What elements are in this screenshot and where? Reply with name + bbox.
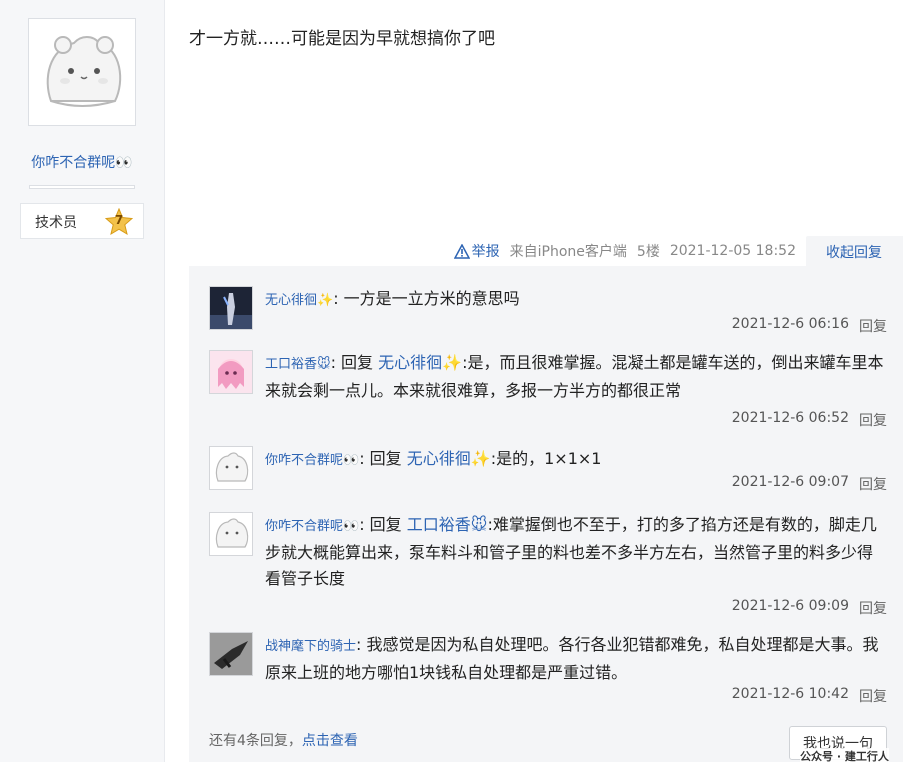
reply-time: 2021-12-6 09:07 (731, 474, 849, 490)
reply-text: :是的，1×1×1 (490, 449, 602, 468)
avatar[interactable] (209, 350, 253, 394)
reply-time: 2021-12-6 10:42 (731, 686, 849, 702)
reply-content: 战神麾下的骑士: 我感觉是因为私自处理吧。各行各业犯错都难免，私自处理都是大事。… (265, 632, 887, 686)
reply-colon: : (330, 353, 336, 372)
reply-meta: 2021-12-6 06:16 回复 (732, 316, 887, 336)
reply-time: 2021-12-6 06:52 (731, 410, 849, 426)
author-level-badge[interactable]: 技术员 7 (20, 203, 144, 239)
post-content: 才一方就……可能是因为早就想搞你了吧 (189, 29, 495, 49)
list-item: 战神麾下的骑士: 我感觉是因为私自处理吧。各行各业犯错都难免，私自处理都是大事。… (209, 632, 887, 712)
warning-icon (453, 243, 470, 259)
reply-prefix: 回复 (341, 353, 374, 372)
reply-target-user[interactable]: 无心徘徊✨ (407, 449, 491, 468)
reply-time: 2021-12-6 06:16 (731, 316, 849, 332)
list-item: 你咋不合群呢👀: 回复 工口裕香🐭:难掌握倒也不至于，打的多了掐方还是有数的，脚… (209, 512, 887, 622)
post-time: 2021-12-05 18:52 (669, 243, 796, 259)
reply-colon: : (333, 289, 339, 308)
reply-meta: 2021-12-6 09:09 回复 (732, 598, 887, 618)
reply-content: 无心徘徊✨: 一方是一立方米的意思吗 (265, 286, 887, 314)
post-meta: 举报 来自iPhone客户端 5楼 2021-12-05 18:52 (453, 241, 796, 261)
author-avatar[interactable] (28, 18, 136, 126)
collapse-tab: 收起回复 (806, 236, 903, 266)
report-label: 举报 (471, 244, 500, 260)
reply-content: 工口裕香🐭: 回复 无心徘徊✨:是，而且很难掌握。混凝土都是罐车送的，倒出来罐车… (265, 350, 887, 404)
author-name[interactable]: 你咋不合群呢👀 (0, 152, 164, 172)
reply-meta: 2021-12-6 09:07 回复 (732, 474, 887, 494)
reply-username[interactable]: 战神麾下的骑士 (265, 639, 356, 654)
view-more-link[interactable]: 点击查看 (302, 733, 358, 749)
reply-prefix: 回复 (369, 515, 402, 534)
reply-username[interactable]: 无心徘徊✨ (265, 293, 333, 308)
reply-button[interactable]: 回复 (859, 474, 887, 494)
reply-list: 无心徘徊✨: 一方是一立方米的意思吗 2021-12-6 06:16 回复 工口… (189, 266, 903, 762)
author-rank-label: 技术员 (35, 215, 77, 231)
author-exp-bar (29, 185, 135, 189)
author-sidebar: 你咋不合群呢👀 技术员 7 (0, 0, 165, 762)
reply-time: 2021-12-6 09:09 (731, 598, 849, 614)
reply-content: 你咋不合群呢👀: 回复 工口裕香🐭:难掌握倒也不至于，打的多了掐方还是有数的，脚… (265, 512, 887, 592)
reply-username[interactable]: 你咋不合群呢👀 (265, 519, 359, 534)
reply-text: 一方是一立方米的意思吗 (343, 289, 520, 308)
reply-meta: 2021-12-6 10:42 回复 (732, 686, 887, 706)
reply-username[interactable]: 你咋不合群呢👀 (265, 453, 359, 468)
avatar[interactable] (209, 512, 253, 556)
reply-button[interactable]: 回复 (859, 686, 887, 706)
reply-content: 你咋不合群呢👀: 回复 无心徘徊✨:是的，1×1×1 (265, 446, 887, 474)
reply-button[interactable]: 回复 (859, 598, 887, 618)
reply-meta: 2021-12-6 06:52 回复 (732, 410, 887, 430)
reply-colon: : (359, 449, 365, 468)
reply-button[interactable]: 回复 (859, 316, 887, 336)
more-replies-count: 还有4条回复， (209, 733, 302, 749)
list-item: 工口裕香🐭: 回复 无心徘徊✨:是，而且很难掌握。混凝土都是罐车送的，倒出来罐车… (209, 350, 887, 430)
reply-colon: : (359, 515, 365, 534)
list-item: 无心徘徊✨: 一方是一立方米的意思吗 2021-12-6 06:16 回复 (209, 286, 887, 346)
post-source: 来自iPhone客户端 (509, 244, 627, 260)
reply-target-user[interactable]: 无心徘徊✨ (378, 353, 462, 372)
avatar[interactable] (209, 446, 253, 490)
reply-target-user[interactable]: 工口裕香🐭 (407, 515, 488, 534)
more-replies: 还有4条回复，点击查看 (209, 730, 358, 750)
reply-colon: : (356, 635, 362, 654)
reply-prefix: 回复 (369, 449, 402, 468)
list-item: 你咋不合群呢👀: 回复 无心徘徊✨:是的，1×1×1 2021-12-6 09:… (209, 446, 887, 506)
avatar[interactable] (209, 286, 253, 330)
post-floor: 5楼 (636, 244, 660, 260)
author-level-number: 7 (114, 213, 124, 227)
reply-button[interactable]: 回复 (859, 410, 887, 430)
avatar[interactable] (209, 632, 253, 676)
report-link[interactable]: 举报 (453, 241, 500, 261)
collapse-replies-link[interactable]: 收起回复 (826, 242, 882, 262)
reply-username[interactable]: 工口裕香🐭 (265, 357, 331, 372)
